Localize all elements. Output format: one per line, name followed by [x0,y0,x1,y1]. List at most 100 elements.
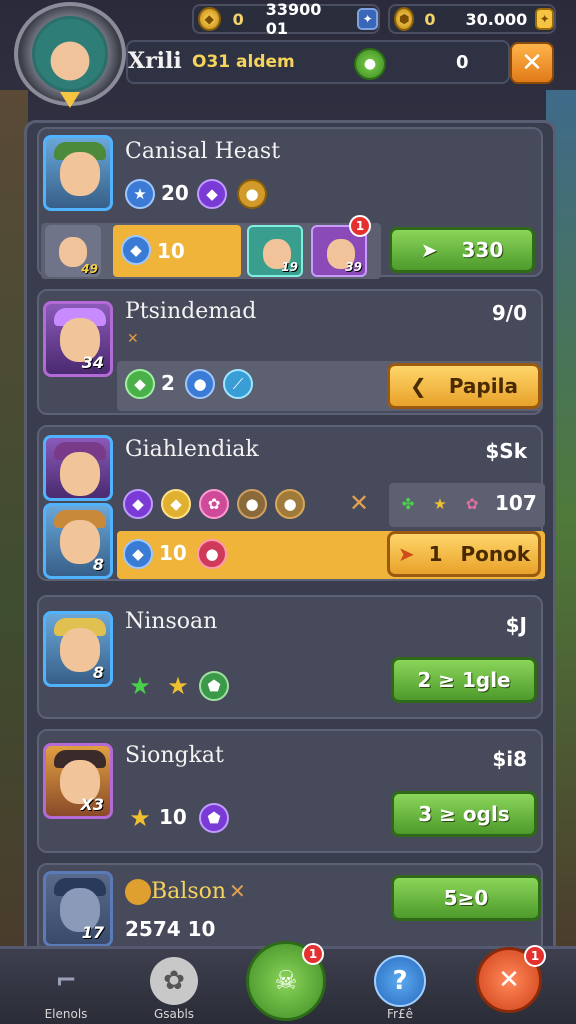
hero-stat-value: 10 [159,541,187,565]
hero-card[interactable]: 8 Giahlendiak $Sk ◆ ◆ ✿ ● ● ✕ ✤ ★ ✿ 107 … [37,425,545,581]
player-name: Xrili [128,48,182,74]
hero-level: X3 [80,795,104,814]
gold-star-icon: ★ [433,495,447,513]
hero-name: Ptsindemad [125,299,257,324]
green-potion-icon: ⬟ [199,671,229,701]
player-avatar[interactable] [14,2,126,106]
green-star-icon: ★ [129,672,151,700]
hero-price: $i8 [492,747,527,771]
nav-item-free[interactable]: ? Fr£ê [350,949,450,1024]
blue-star-icon: ★ [125,179,155,209]
nav-label: Gsabls [153,1007,195,1021]
team-member-badge: 1 [349,215,371,237]
pink-flower-icon: ✿ [199,489,229,519]
gold-plus-icon[interactable]: ✦ [535,8,554,30]
hero-action-button[interactable]: ❮ Papila [387,363,541,409]
hero-action-button[interactable]: ➤ 1 Ponok [387,531,541,577]
pink-flower-icon: ✿ [465,495,479,513]
hero-card[interactable]: 17 Balson ✕ 2574 10 5≥0 [37,863,543,953]
hero-portrait: 17 [43,871,113,947]
bronze-coin-icon: ● [275,489,305,519]
roster-panel: ✕ Canisal Heast ★ 20 ◆ ● 49 ◆ 10 19 39 1… [24,120,556,960]
player-name-bar: Xrili O31 aldem ● 0 [126,40,510,84]
nav-item-battle[interactable]: ☠ 1 [236,941,336,1024]
team-member[interactable]: 19 [247,225,303,277]
currency-coins-count: 0 [424,9,436,29]
hero-card[interactable]: X3 Siongkat $i8 ★ 10 ⬟ 3 ≥ ogls [37,729,543,853]
currency-gems-count: 0 [232,9,244,29]
hero-portrait-top [43,435,113,501]
gold-gem-icon: ◆ [198,7,221,31]
team-gem-value: 10 [157,239,185,263]
hero-portrait [43,135,113,211]
blue-gem-icon: ◆ [121,235,151,265]
hero-stat-value: 2 [161,371,175,395]
nav-label: Fr£ê [387,1007,413,1021]
hero-name: Siongkat [125,743,224,768]
hero-action-label: Ponok [460,542,531,566]
team-member-level: 19 [281,260,298,274]
hero-action-label: 330 [461,238,504,262]
hero-face [60,152,100,196]
bronze-orb-icon: ● [237,489,267,519]
hero-level: 8 [92,555,104,574]
nav-item-close[interactable]: ✕ 1 [462,945,562,1024]
gold-star-icon: ★ [167,672,189,700]
purple-gem-icon: ◆ [197,179,227,209]
crossed-swords-icon: ✕ [349,489,370,517]
arrow-icon: ➤ [420,238,438,262]
hero-action-button[interactable]: 5≥0 [391,875,541,921]
nav-item-gsabls[interactable]: ✿ Gsabls [124,949,224,1024]
hero-card[interactable]: Canisal Heast ★ 20 ◆ ● 49 ◆ 10 19 39 1 ➤… [37,127,543,279]
hero-stat-value: 20 [161,181,189,205]
blue-orb-icon: ● [185,369,215,399]
crossed-swords-icon: ✕ [229,879,246,903]
hero-portrait: 8 [43,503,113,579]
team-member[interactable]: 49 [45,225,101,277]
nav-badge: 1 [302,943,324,965]
hero-action-number: 1 [428,542,443,566]
gold-medal-icon: ● [237,179,267,209]
nav-badge: 1 [524,945,546,967]
red-orb-icon: ● [197,539,227,569]
purple-gem-icon: ◆ [123,489,153,519]
boot-icon: ⌐ [55,966,77,996]
blue-sword-icon: ⟋ [223,369,253,399]
top-bar: ◆ 0 33900 01 ✦ ⬢ 0 30.000 ✦ Xrili O31 al… [0,0,576,108]
hero-action-button[interactable]: 2 ≥ 1gle [391,657,537,703]
question-icon: ? [374,955,426,1007]
arrow-left-icon: ❮ [410,374,427,398]
chat-icon[interactable]: ● [354,48,386,80]
currency-gems: ◆ 0 33900 01 ✦ [192,0,380,38]
reward-value: 107 [495,491,537,515]
gold-medal-icon [125,879,151,905]
hero-subtitle: 2574 10 [125,917,216,941]
arrow-right-icon: ➤ [397,542,415,566]
currency-coins: ⬢ 0 30.000 ✦ [388,4,556,34]
avatar-face [32,16,108,92]
currency-coins-amount: 30.000 [465,9,528,29]
hero-face [60,452,100,496]
hero-action-button[interactable]: ➤ 330 [389,227,535,273]
hero-portrait: 34 [43,301,113,377]
hero-action-button[interactable]: 3 ≥ ogls [391,791,537,837]
nav-item-elenols[interactable]: ⌐ Elenols [16,949,116,1024]
header-close-button[interactable]: ✕ [510,42,554,84]
blue-gem-icon: ◆ [123,539,153,569]
hero-price: 9/0 [491,301,527,325]
hero-name: Giahlendiak [125,437,259,462]
hero-card[interactable]: 34 Ptsindemad 9/0 ✕ ◆ 2 ● ⟋ ❮ Papila [37,289,543,415]
bottom-nav: ⌐ Elenols ✿ Gsabls ☠ 1 ? Fr£ê ✕ 1 [0,941,576,1024]
hero-card[interactable]: 8 Ninsoan $J ★ ★ ⬟ 2 ≥ 1gle [37,595,543,719]
pet-icon: ✿ [150,957,198,1005]
hero-price: $Sk [485,439,527,463]
hero-portrait: X3 [43,743,113,819]
hero-name: Canisal Heast [125,139,281,164]
blue-plus-icon[interactable]: ✦ [357,8,378,30]
hero-action-label: Papila [448,374,518,398]
hero-level: 8 [92,663,104,682]
crossed-swords-icon: ✕ [127,331,139,347]
hero-name: Balson [151,879,227,904]
team-member-level: 39 [345,260,362,274]
player-subtitle: O31 aldem [192,52,295,72]
